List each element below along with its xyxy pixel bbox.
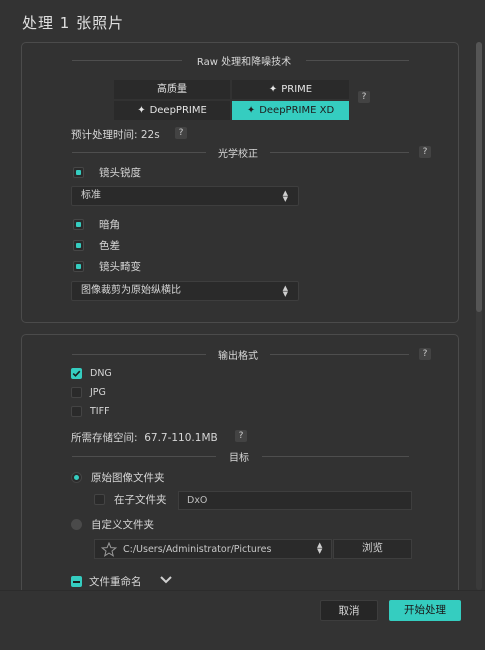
output-section-title: 输出格式 (218, 351, 258, 362)
custom-path-text: C:/Users/Administrator/Pictures (123, 544, 272, 555)
target-section-line-left (72, 456, 216, 457)
start-processing-button[interactable]: 开始处理 (389, 600, 461, 621)
distortion-checkbox[interactable] (73, 261, 84, 272)
subfolder-label: 在子文件夹 (114, 494, 167, 506)
rename-checkbox[interactable] (71, 576, 82, 587)
optics-section-line-right (270, 152, 409, 153)
optics-help-icon[interactable]: ? (419, 146, 431, 158)
subfolder-input[interactable]: DxO (178, 491, 412, 510)
raw-section-title: Raw 处理和降噪技术 (196, 57, 292, 68)
dialog-title: 处理 1 张照片 (22, 14, 125, 32)
sparkle-icon: ✦ (246, 105, 256, 116)
chevron-down-icon[interactable] (159, 575, 173, 585)
updown-arrows-icon: ▲ ▼ (282, 284, 288, 298)
dng-checkbox[interactable] (71, 368, 82, 379)
sparkle-icon: ✦ (268, 84, 278, 95)
browse-button[interactable]: 浏览 (333, 539, 412, 559)
output-section-line-left (72, 354, 206, 355)
target-section-title: 目标 (229, 453, 249, 464)
dng-label: DNG (90, 368, 112, 379)
tiff-label: TIFF (90, 406, 110, 417)
original-folder-label: 原始图像文件夹 (91, 472, 165, 484)
storage-help-icon[interactable]: ? (235, 430, 247, 442)
distortion-label: 镜头畸变 (99, 261, 141, 273)
output-help-icon[interactable]: ? (419, 348, 431, 360)
target-section-line-right (262, 456, 409, 457)
raw-section-line-right (306, 60, 409, 61)
scrollbar[interactable] (476, 42, 482, 590)
estimate-help-icon[interactable]: ? (175, 127, 187, 139)
cancel-button[interactable]: 取消 (320, 600, 378, 621)
mode-high-quality[interactable]: 高质量 (114, 80, 230, 99)
updown-arrows-icon: ▲ ▼ (282, 189, 288, 203)
jpg-label: JPG (90, 387, 106, 398)
sharpness-select[interactable]: 标准 ▲ ▼ (71, 186, 299, 206)
chromatic-aberration-checkbox[interactable] (73, 240, 84, 251)
lens-sharpness-label: 镜头锐度 (99, 167, 141, 179)
mode-deepprime-xd[interactable]: ✦ DeepPRIME XD (232, 101, 349, 120)
custom-folder-radio[interactable] (71, 519, 82, 530)
star-icon (101, 542, 117, 557)
custom-path-select[interactable]: C:/Users/Administrator/Pictures ▲ ▼ (94, 539, 332, 559)
tiff-checkbox[interactable] (71, 406, 82, 417)
optics-section-title: 光学校正 (218, 149, 258, 160)
vignetting-checkbox[interactable] (73, 219, 84, 230)
output-section-line-right (270, 354, 409, 355)
optics-section-line-left (72, 152, 206, 153)
estimate-time-label: 预计处理时间: 22s (71, 129, 160, 141)
storage-label: 所需存储空间: 67.7-110.1MB (71, 432, 218, 444)
raw-help-icon[interactable]: ? (358, 91, 370, 103)
lens-sharpness-checkbox[interactable] (73, 167, 84, 178)
sparkle-icon: ✦ (137, 105, 146, 116)
rename-label: 文件重命名 (89, 576, 142, 588)
crop-select[interactable]: 图像裁剪为原始纵横比 ▲ ▼ (71, 281, 299, 301)
check-icon (72, 370, 81, 377)
raw-section-line-left (72, 60, 182, 61)
jpg-checkbox[interactable] (71, 387, 82, 398)
mode-deepprime[interactable]: ✦ DeepPRIME (114, 101, 230, 120)
subfolder-checkbox[interactable] (94, 494, 105, 505)
vignetting-label: 暗角 (99, 219, 120, 231)
updown-arrows-icon: ▲ ▼ (317, 541, 323, 555)
chromatic-aberration-label: 色差 (99, 240, 120, 252)
original-folder-radio[interactable] (71, 472, 82, 483)
mode-prime[interactable]: ✦ PRIME (232, 80, 349, 99)
custom-folder-label: 自定义文件夹 (91, 519, 154, 531)
